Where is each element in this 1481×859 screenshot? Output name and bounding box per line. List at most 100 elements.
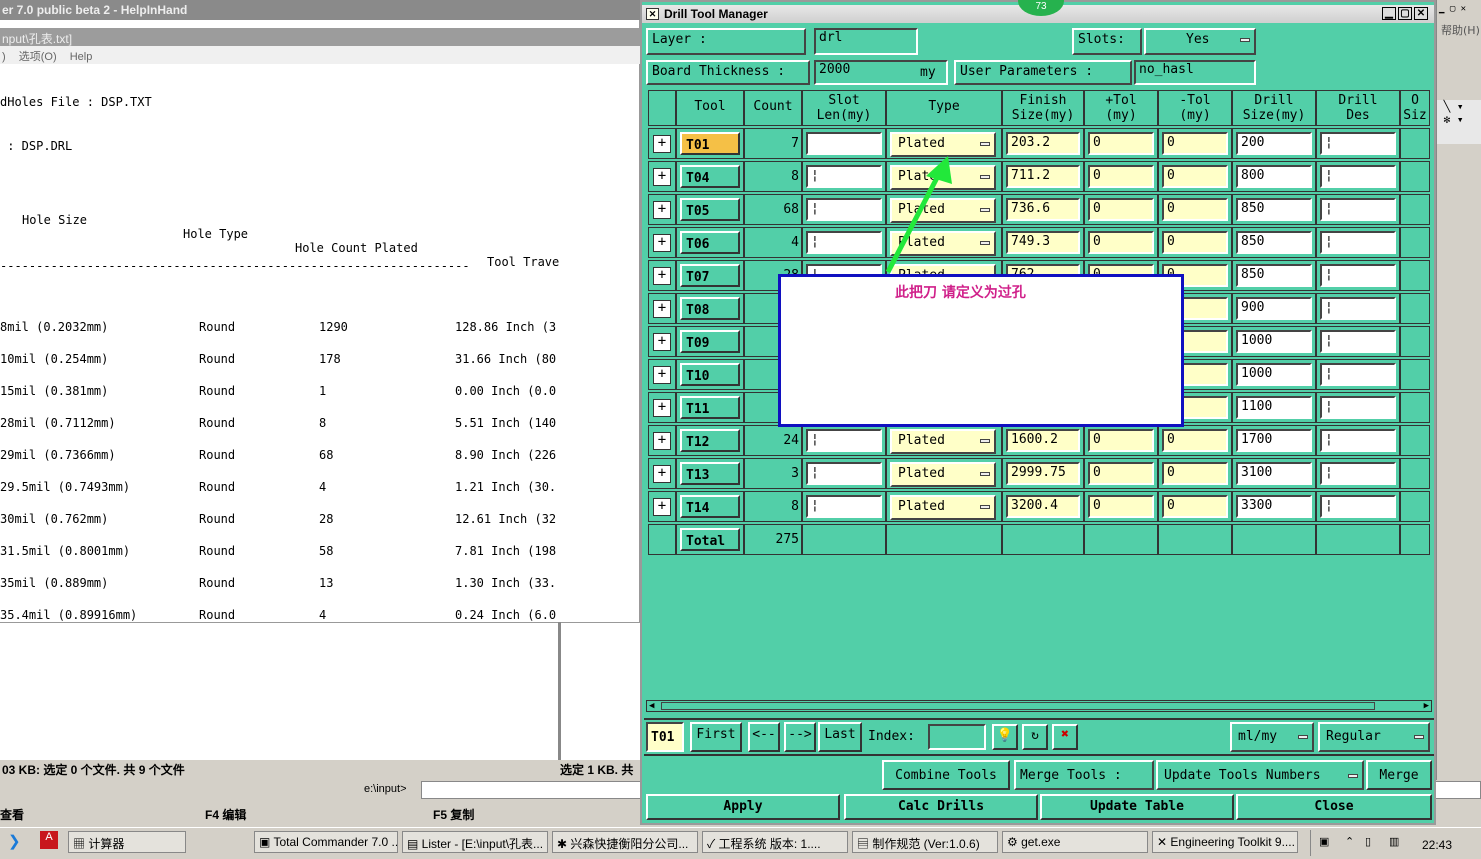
tray-device-icon[interactable]: ▯ <box>1365 835 1371 848</box>
plus-tol-field[interactable]: 0 <box>1088 132 1154 155</box>
drill-des-field[interactable]: ¦ <box>1320 198 1396 221</box>
drill-size-field[interactable]: 1700 <box>1236 429 1312 452</box>
units-select[interactable]: ml/my <box>1230 722 1314 752</box>
scroll-right-icon[interactable]: ▶ <box>1424 701 1429 711</box>
current-tool-field[interactable]: T01 <box>646 722 684 752</box>
expand-icon[interactable]: + <box>653 498 671 516</box>
expand-icon[interactable]: + <box>653 168 671 186</box>
scroll-thumb[interactable] <box>661 702 1375 710</box>
mode-select[interactable]: Regular <box>1318 722 1430 752</box>
layer-field[interactable]: drl <box>814 28 918 55</box>
drill-des-field[interactable]: ¦ <box>1320 363 1396 386</box>
plus-tol-field[interactable]: 0 <box>1088 231 1154 254</box>
update-table-button[interactable]: Update Table <box>1040 794 1234 820</box>
minus-tol-field[interactable]: 0 <box>1162 165 1228 188</box>
merge-button[interactable]: Merge <box>1366 760 1432 790</box>
drill-size-field[interactable]: 200 <box>1236 132 1312 155</box>
finish-size-field[interactable]: 2999.75 <box>1006 462 1080 485</box>
board-thickness-field[interactable]: 2000 my <box>814 60 948 85</box>
taskbar-button[interactable]: ▣ Total Commander 7.0 ... <box>254 831 398 853</box>
finish-size-field[interactable]: 749.3 <box>1006 231 1080 254</box>
menu-item-help[interactable]: Help <box>70 51 93 63</box>
drill-size-field[interactable]: 1000 <box>1236 330 1312 353</box>
user-parameters-field[interactable]: no_hasl <box>1134 60 1256 85</box>
toolbar-fragment[interactable]: ╲ ▾ ✻ ▾ <box>1437 100 1481 144</box>
first-button[interactable]: First <box>690 722 742 752</box>
finish-size-field[interactable]: 736.6 <box>1006 198 1080 221</box>
tray-icon[interactable]: ▣ <box>1319 835 1329 848</box>
type-select[interactable]: Plated <box>890 462 996 487</box>
expand-icon[interactable]: + <box>653 234 671 252</box>
drill-des-field[interactable]: ¦ <box>1320 396 1396 419</box>
tool-button[interactable]: T06 <box>680 231 740 254</box>
index-field[interactable] <box>928 724 986 750</box>
drill-size-field[interactable]: 1000 <box>1236 363 1312 386</box>
drill-des-field[interactable]: ¦ <box>1320 264 1396 287</box>
horizontal-scrollbar[interactable]: ◀ ▶ <box>646 700 1432 712</box>
scroll-left-icon[interactable]: ◀ <box>649 701 654 711</box>
lightbulb-icon[interactable]: 💡 <box>992 724 1018 750</box>
plus-tol-field[interactable]: 0 <box>1088 165 1154 188</box>
drill-size-field[interactable]: 3300 <box>1236 495 1312 518</box>
refresh-icon[interactable]: ↻ <box>1022 724 1048 750</box>
calc-drills-button[interactable]: Calc Drills <box>844 794 1038 820</box>
fkey-edit[interactable]: F4 编辑 <box>205 806 246 823</box>
expand-icon[interactable]: + <box>653 465 671 483</box>
help-menu[interactable]: 帮助(H) <box>1441 22 1480 38</box>
drill-size-field[interactable]: 900 <box>1236 297 1312 320</box>
network-icon[interactable]: ▥ <box>1389 835 1399 848</box>
drill-des-field[interactable]: ¦ <box>1320 231 1396 254</box>
fkey-view[interactable]: 查看 <box>0 806 24 823</box>
file-panel[interactable] <box>0 622 640 762</box>
taskbar-button[interactable]: ▤ 制作规范 (Ver:1.0.6) <box>852 831 998 853</box>
next-button[interactable]: --> <box>784 722 816 752</box>
drill-des-field[interactable]: ¦ <box>1320 132 1396 155</box>
fkey-copy[interactable]: F5 复制 <box>433 806 474 823</box>
finish-size-field[interactable]: 203.2 <box>1006 132 1080 155</box>
expand-icon[interactable]: + <box>653 267 671 285</box>
tool-button[interactable]: T14 <box>680 495 740 518</box>
expand-icon[interactable]: + <box>653 432 671 450</box>
prev-button[interactable]: <-- <box>748 722 780 752</box>
drill-size-field[interactable]: 3100 <box>1236 462 1312 485</box>
plus-tol-field[interactable]: 0 <box>1088 495 1154 518</box>
close-window-button[interactable]: ✕ <box>1414 7 1428 20</box>
taskbar-button[interactable]: ▤ Lister - [E:\input\孔表... <box>402 831 548 853</box>
pdf-icon[interactable]: A <box>40 831 58 849</box>
drill-des-field[interactable]: ¦ <box>1320 495 1396 518</box>
taskbar-button[interactable]: ⚙ get.exe <box>1002 831 1148 853</box>
combine-tools-button[interactable]: Combine Tools <box>882 760 1010 790</box>
taskbar-button[interactable]: ✱ 兴森快捷衡阳分公司... <box>552 831 698 853</box>
drill-des-field[interactable]: ¦ <box>1320 462 1396 485</box>
minus-tol-field[interactable]: 0 <box>1162 495 1228 518</box>
drill-size-field[interactable]: 850 <box>1236 231 1312 254</box>
expand-icon[interactable]: + <box>653 366 671 384</box>
type-select[interactable]: Plated <box>890 495 996 520</box>
taskbar-button[interactable]: ✕ Engineering Toolkit 9.... <box>1152 831 1298 853</box>
drill-size-field[interactable]: 800 <box>1236 165 1312 188</box>
tool-button[interactable]: T11 <box>680 396 740 419</box>
drill-des-field[interactable]: ¦ <box>1320 429 1396 452</box>
tool-button[interactable]: T08 <box>680 297 740 320</box>
finish-size-field[interactable]: 711.2 <box>1006 165 1080 188</box>
menu-item-options[interactable]: 选项(O) <box>19 51 57 63</box>
expand-icon[interactable]: + <box>653 135 671 153</box>
tool-button[interactable]: T07 <box>680 264 740 287</box>
expand-icon[interactable]: + <box>653 300 671 318</box>
maximize-button[interactable]: ▢ <box>1398 7 1412 20</box>
quicklaunch-ie-icon[interactable]: ❯ <box>8 832 21 850</box>
update-tools-numbers-select[interactable]: Update Tools Numbers <box>1156 760 1364 790</box>
slot-len-field[interactable]: ¦ <box>806 495 882 518</box>
plus-tol-field[interactable]: 0 <box>1088 462 1154 485</box>
expand-icon[interactable]: + <box>653 399 671 417</box>
expand-icon[interactable]: + <box>653 201 671 219</box>
slot-len-field[interactable]: ¦ <box>806 429 882 452</box>
tool-button[interactable]: T13 <box>680 462 740 485</box>
slots-select[interactable]: Yes <box>1144 28 1256 55</box>
menu-item-file[interactable]: ) <box>2 51 6 63</box>
tray-expand-icon[interactable]: ⌃ <box>1345 835 1354 848</box>
plus-tol-field[interactable]: 0 <box>1088 198 1154 221</box>
finish-size-field[interactable]: 3200.4 <box>1006 495 1080 518</box>
minus-tol-field[interactable]: 0 <box>1162 132 1228 155</box>
clock[interactable]: 22:43 <box>1422 838 1452 852</box>
